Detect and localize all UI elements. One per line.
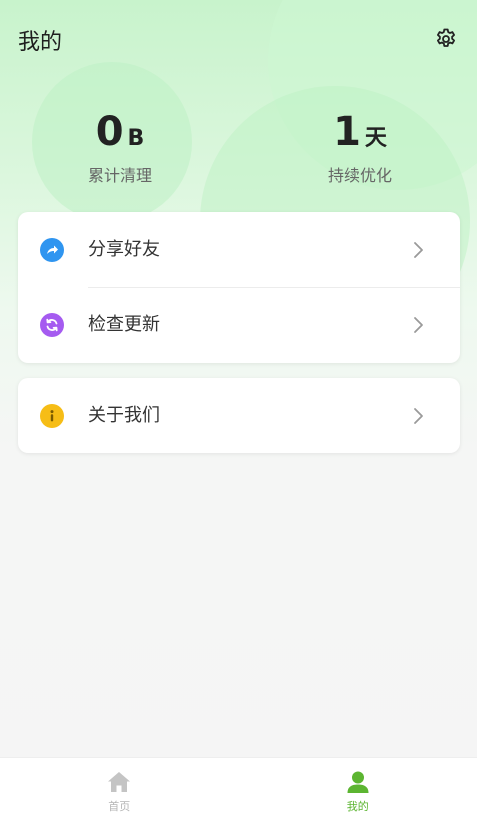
stat-unit: 天 [364,126,387,151]
menu-item-check-update[interactable]: 检查更新 [18,287,460,362]
share-icon [40,238,64,262]
stat-value: 1 [333,109,361,155]
tab-label: 我的 [346,800,369,813]
menu-item-share[interactable]: 分享好友 [18,212,460,288]
settings-button[interactable] [432,25,460,53]
tab-home[interactable]: 首页 [0,758,239,817]
menu-item-label: 关于我们 [88,405,160,426]
user-icon [347,771,369,793]
home-icon [108,772,131,792]
profile-screen: 我的 0 B 累计清理 1 天 持续优化 分享好友 检查更新 关于我们 首页 我… [0,0,477,817]
stat-unit: B [127,126,145,151]
menu-item-about[interactable]: 关于我们 [18,378,460,453]
refresh-icon [40,313,64,337]
chevron-right-icon [414,242,423,258]
menu-card: 分享好友 检查更新 [18,212,460,363]
menu-item-label: 检查更新 [88,314,160,335]
menu-item-label: 分享好友 [88,239,160,260]
stat-cleaned: 0 B 累计清理 [40,106,200,186]
bottom-tab-bar: 首页 我的 [0,757,477,817]
menu-card: 关于我们 [18,378,460,453]
gear-icon [437,28,455,47]
chevron-right-icon [414,408,423,424]
tab-mine[interactable]: 我的 [239,758,477,817]
page-title: 我的 [18,30,63,55]
tab-label: 首页 [108,800,131,813]
stat-label: 持续优化 [327,166,392,185]
info-icon [40,404,64,428]
chevron-right-icon [414,317,423,333]
stat-label: 累计清理 [87,166,152,185]
stat-value: 0 [95,109,124,155]
stat-optimized-days: 1 天 持续优化 [280,106,440,186]
header: 我的 [0,0,477,78]
